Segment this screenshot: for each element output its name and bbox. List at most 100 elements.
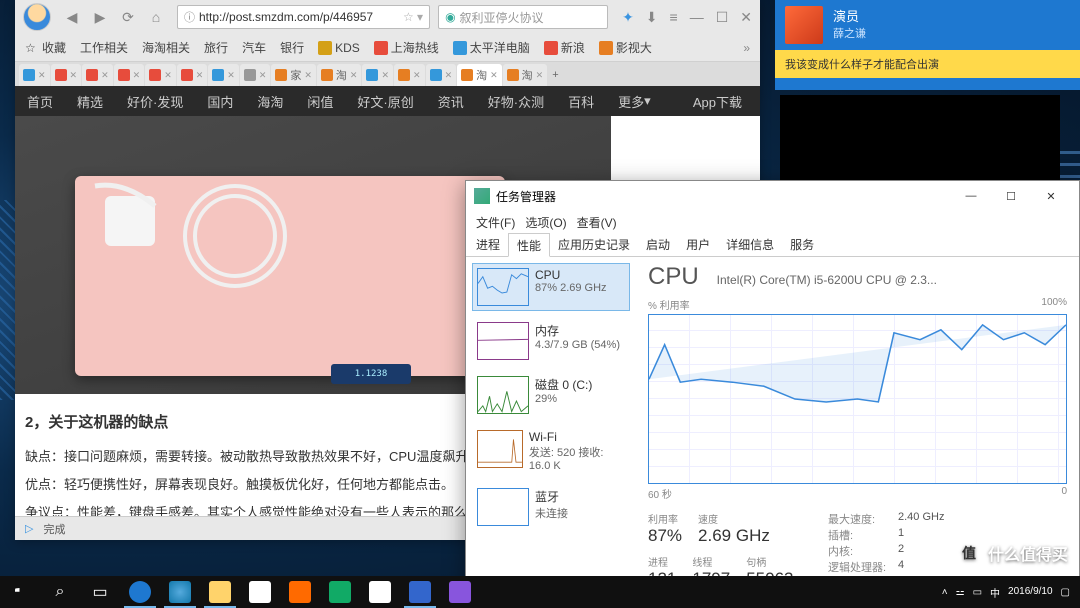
play-icon[interactable]: ▷	[25, 522, 33, 535]
battery-icon[interactable]: ▭	[973, 587, 982, 598]
taskbar-app[interactable]	[120, 576, 160, 608]
search-button[interactable]: ⌕	[40, 576, 80, 608]
ime-icon[interactable]: 中	[990, 585, 1000, 600]
tab[interactable]: ✕	[240, 64, 271, 86]
taskbar-app[interactable]	[160, 576, 200, 608]
resource-memory[interactable]: 内存4.3/7.9 GB (54%)	[472, 317, 630, 365]
url-bar[interactable]: ⓘ http://post.smzdm.com/p/446957 ☆ ▾	[177, 5, 430, 29]
search-bar[interactable]: ◉ 叙利亚停火协议	[438, 5, 608, 29]
tab[interactable]: ✕	[19, 64, 50, 86]
reload-button[interactable]: ⟳	[115, 6, 141, 28]
music-player-widget[interactable]: 演员 薛之谦 我该变成什么样子才能配合出演	[775, 0, 1080, 90]
tab-close-icon[interactable]: ✕	[304, 70, 312, 81]
nav-item[interactable]: 资讯	[426, 86, 476, 116]
tab-close-icon[interactable]: ✕	[133, 70, 141, 81]
menu-view[interactable]: 查看(V)	[573, 214, 621, 231]
maximize-button[interactable]: ☐	[991, 182, 1031, 210]
menu-options[interactable]: 选项(O)	[521, 214, 570, 231]
download-icon[interactable]: ⬇	[646, 9, 658, 26]
tab-close-icon[interactable]: ✕	[413, 70, 421, 81]
nav-item[interactable]: 首页	[15, 86, 65, 116]
menu-file[interactable]: 文件(F)	[472, 214, 519, 231]
tray-up-icon[interactable]: ˄	[942, 587, 948, 598]
bookmark-item[interactable]: 太平洋电脑	[453, 39, 530, 56]
tab-close-icon[interactable]: ✕	[381, 70, 389, 81]
home-button[interactable]: ⌂	[143, 6, 169, 28]
notifications-icon[interactable]: ▢	[1061, 587, 1070, 598]
new-tab-button[interactable]: +	[548, 64, 562, 86]
tab-close-icon[interactable]: ✕	[259, 70, 267, 81]
resource-wifi[interactable]: Wi-Fi发送: 520 接收: 16.0 K	[472, 425, 630, 477]
tab-processes[interactable]: 进程	[468, 233, 508, 256]
nav-item[interactable]: 海淘	[245, 86, 295, 116]
resource-cpu[interactable]: CPU87% 2.69 GHz	[472, 263, 630, 311]
star-icon[interactable]: ☆ ▾	[403, 10, 423, 24]
taskbar-app[interactable]	[320, 576, 360, 608]
tab[interactable]: 淘✕	[503, 64, 548, 86]
tab[interactable]: 淘✕	[457, 64, 502, 86]
taskbar-app[interactable]	[440, 576, 480, 608]
bookmarks-overflow[interactable]: »	[743, 41, 750, 55]
minimize-button[interactable]: —	[951, 182, 991, 210]
tab[interactable]: ✕	[82, 64, 113, 86]
bookmark-item[interactable]: 汽车	[242, 39, 266, 56]
nav-item[interactable]: 好文·原创	[345, 86, 425, 116]
tab-close-icon[interactable]: ✕	[101, 70, 109, 81]
minimize-icon[interactable]: —	[690, 9, 704, 26]
maximize-icon[interactable]: ☐	[716, 9, 729, 26]
tab[interactable]: ✕	[208, 64, 239, 86]
album-art[interactable]	[785, 6, 823, 44]
app-download-button[interactable]: App下载	[675, 86, 760, 116]
bookmark-item[interactable]: 影视大	[599, 39, 652, 56]
tab-close-icon[interactable]: ✕	[164, 70, 172, 81]
tab-close-icon[interactable]: ✕	[536, 70, 544, 81]
nav-item[interactable]: 更多 ▾	[606, 86, 663, 116]
nav-item[interactable]: 闲值	[295, 86, 345, 116]
tab-close-icon[interactable]: ✕	[227, 70, 235, 81]
tab[interactable]: ✕	[177, 64, 208, 86]
clock[interactable]: 2016/9/10	[1008, 586, 1053, 598]
tab[interactable]: 家✕	[271, 64, 316, 86]
tab[interactable]: 淘✕	[317, 64, 362, 86]
bookmark-item[interactable]: 旅行	[204, 39, 228, 56]
menu-icon[interactable]: ≡	[670, 9, 678, 26]
bookmark-item[interactable]: 上海热线	[374, 39, 439, 56]
tab-close-icon[interactable]: ✕	[445, 70, 453, 81]
bookmark-item[interactable]: 新浪	[544, 39, 585, 56]
tab-close-icon[interactable]: ✕	[350, 70, 358, 81]
nav-item[interactable]: 好物·众测	[476, 86, 556, 116]
tab-services[interactable]: 服务	[782, 233, 822, 256]
taskbar-app[interactable]	[360, 576, 400, 608]
tab-close-icon[interactable]: ✕	[196, 70, 204, 81]
resource-disk[interactable]: 磁盘 0 (C:)29%	[472, 371, 630, 419]
tab-app-history[interactable]: 应用历史记录	[550, 233, 638, 256]
user-avatar[interactable]	[23, 3, 51, 31]
tab[interactable]: ✕	[394, 64, 425, 86]
bookmark-item[interactable]: 工作相关	[80, 39, 128, 56]
tab-performance[interactable]: 性能	[508, 233, 550, 257]
start-button[interactable]	[0, 576, 40, 608]
tab[interactable]: ✕	[114, 64, 145, 86]
tab[interactable]: ✕	[145, 64, 176, 86]
bookmark-item[interactable]: ☆收藏	[25, 39, 66, 56]
close-button[interactable]: ✕	[1031, 182, 1071, 210]
nav-item[interactable]: 百科	[556, 86, 606, 116]
bookmark-item[interactable]: 海淘相关	[142, 39, 190, 56]
tab-close-icon[interactable]: ✕	[70, 70, 78, 81]
tab[interactable]: ✕	[362, 64, 393, 86]
taskbar-app[interactable]	[400, 576, 440, 608]
tab[interactable]: ✕	[426, 64, 457, 86]
cpu-usage-graph[interactable]	[648, 314, 1067, 484]
extension-icon[interactable]: ✦	[622, 9, 634, 26]
tab-close-icon[interactable]: ✕	[490, 70, 498, 81]
tab-details[interactable]: 详细信息	[718, 233, 782, 256]
tab-close-icon[interactable]: ✕	[38, 70, 46, 81]
wifi-icon[interactable]: ⚍	[956, 587, 965, 598]
bookmark-item[interactable]: 银行	[280, 39, 304, 56]
taskbar-app[interactable]	[280, 576, 320, 608]
tab-users[interactable]: 用户	[678, 233, 718, 256]
bookmark-item[interactable]: KDS	[318, 41, 360, 55]
taskview-button[interactable]: ▭	[80, 576, 120, 608]
tab-startup[interactable]: 启动	[638, 233, 678, 256]
taskbar-app[interactable]	[240, 576, 280, 608]
